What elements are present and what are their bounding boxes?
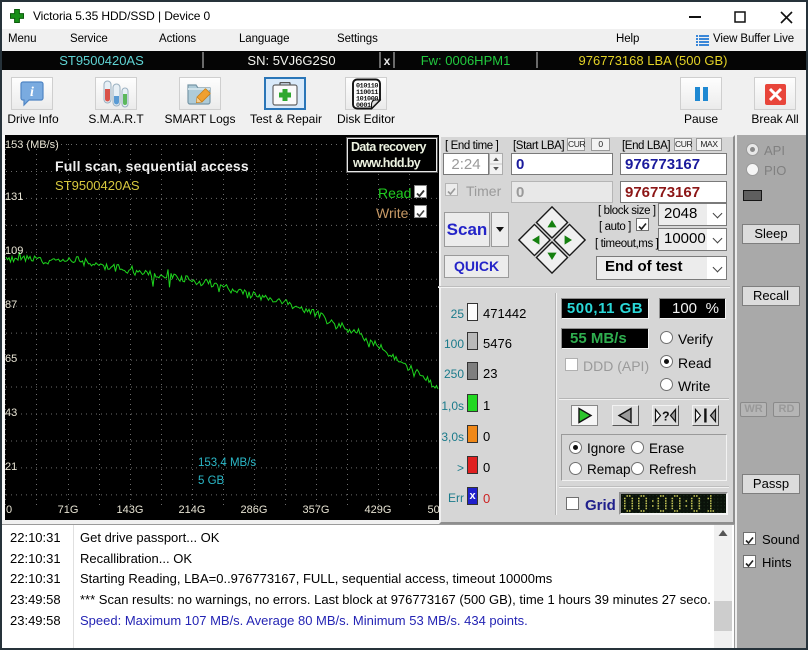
svg-text:?: ? (662, 410, 670, 424)
svg-text:i: i (30, 85, 34, 100)
svg-text:0001: 0001 (356, 102, 371, 110)
